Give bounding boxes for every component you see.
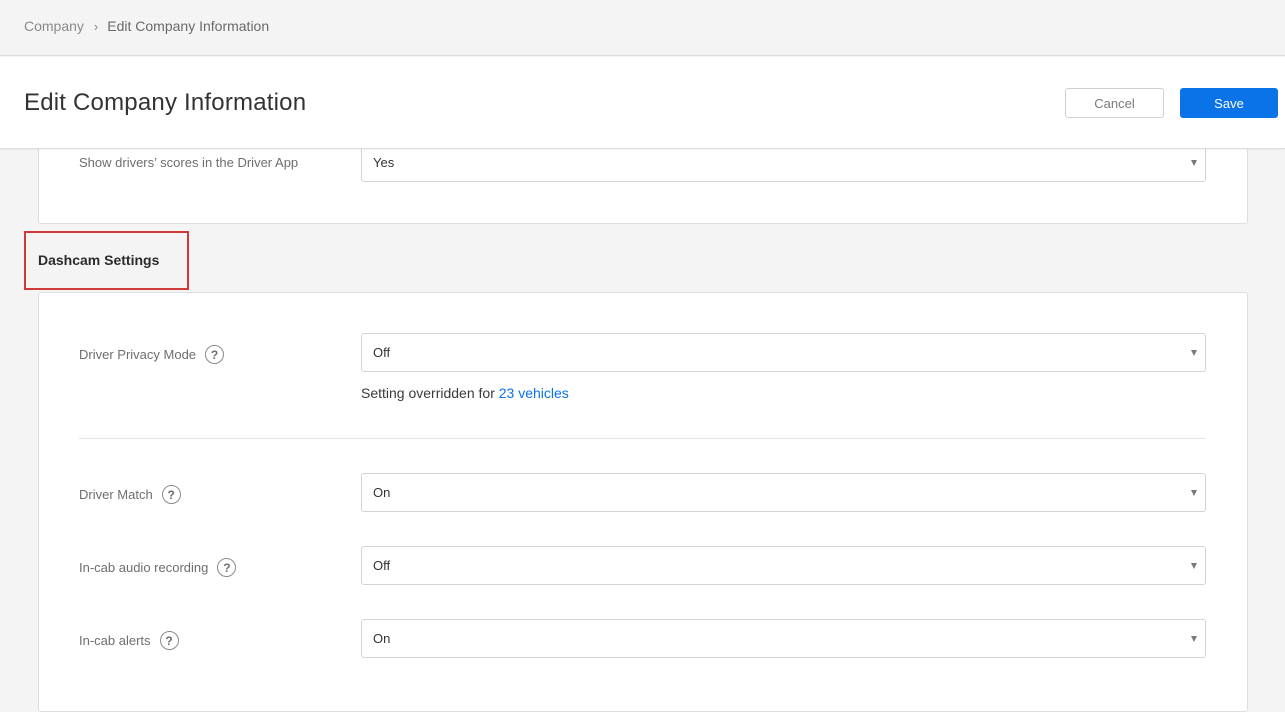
chevron-down-icon bbox=[1191, 636, 1197, 642]
chevron-down-icon bbox=[1191, 563, 1197, 569]
driver-match-label: Driver Match ? bbox=[79, 485, 181, 504]
cancel-button[interactable]: Cancel bbox=[1065, 88, 1164, 118]
question-circle-icon[interactable]: ? bbox=[217, 558, 237, 577]
driver-privacy-mode-label-text: Driver Privacy Mode bbox=[79, 347, 197, 362]
in-cab-alerts-label: In-cab alerts ? bbox=[79, 631, 179, 650]
driver-scores-value: Yes bbox=[373, 155, 395, 170]
breadcrumb-separator: › bbox=[93, 18, 99, 34]
driver-privacy-mode-value: Off bbox=[373, 345, 391, 360]
in-cab-audio-label: In-cab audio recording ? bbox=[79, 558, 237, 577]
chevron-down-icon bbox=[1191, 350, 1197, 356]
in-cab-audio-value: Off bbox=[373, 558, 391, 573]
breadcrumb: Company › Edit Company Information bbox=[24, 18, 269, 34]
driver-scores-label: Show drivers’ scores in the Driver App bbox=[79, 155, 299, 170]
driver-match-value: On bbox=[373, 485, 391, 500]
chevron-down-icon bbox=[1191, 490, 1197, 496]
driver-privacy-mode-select[interactable]: Off bbox=[361, 333, 1206, 372]
in-cab-alerts-label-text: In-cab alerts bbox=[79, 633, 151, 648]
breadcrumb-current: Edit Company Information bbox=[107, 18, 270, 34]
override-note: Setting overridden for 23 vehicles bbox=[361, 385, 569, 401]
driver-privacy-mode-label: Driver Privacy Mode ? bbox=[79, 345, 225, 364]
in-cab-audio-label-text: In-cab audio recording bbox=[79, 560, 209, 575]
save-button[interactable]: Save bbox=[1180, 88, 1278, 118]
question-circle-icon[interactable]: ? bbox=[161, 485, 181, 504]
driver-match-select[interactable]: On bbox=[361, 473, 1206, 512]
driver-match-label-text: Driver Match bbox=[79, 487, 153, 502]
override-vehicles-link[interactable]: 23 vehicles bbox=[499, 385, 569, 401]
page-header: Edit Company Information Cancel Save bbox=[0, 57, 1285, 149]
breadcrumb-bar: Company › Edit Company Information bbox=[0, 0, 1285, 56]
question-circle-icon[interactable]: ? bbox=[159, 631, 179, 650]
override-note-text: Setting overridden for bbox=[361, 385, 499, 401]
chevron-down-icon bbox=[1191, 160, 1197, 166]
page-title: Edit Company Information bbox=[24, 89, 307, 116]
question-circle-icon[interactable]: ? bbox=[205, 345, 225, 364]
highlight-box bbox=[24, 231, 189, 290]
in-cab-audio-select[interactable]: Off bbox=[361, 546, 1206, 585]
breadcrumb-company-link[interactable]: Company bbox=[24, 18, 84, 34]
in-cab-alerts-select[interactable]: On bbox=[361, 619, 1206, 658]
section-divider bbox=[79, 438, 1206, 439]
in-cab-alerts-value: On bbox=[373, 631, 391, 646]
